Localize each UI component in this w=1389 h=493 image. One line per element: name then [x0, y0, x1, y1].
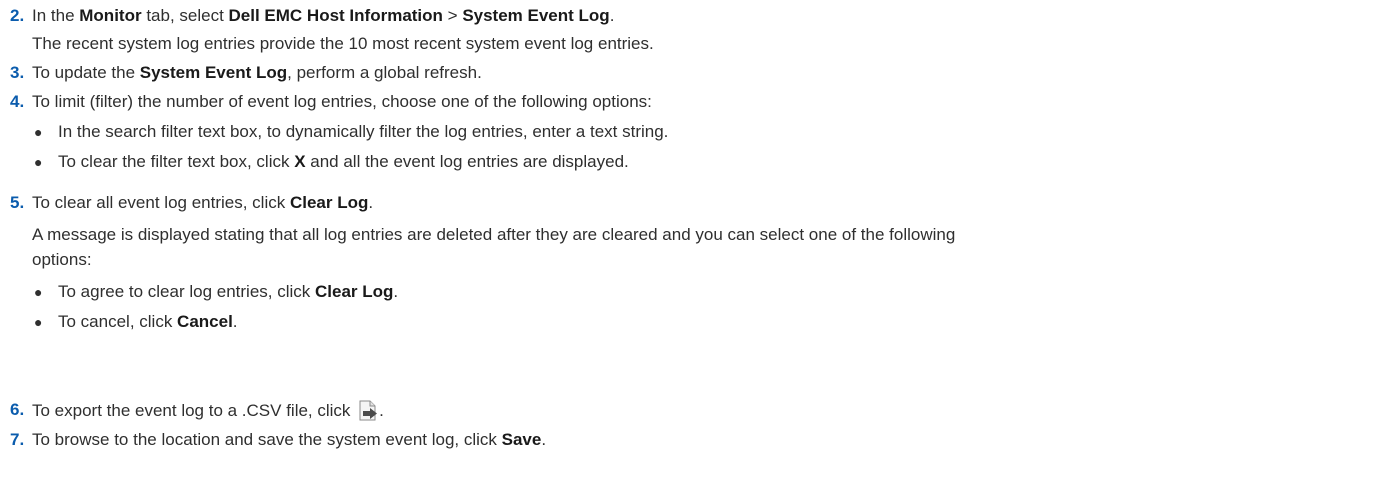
bullet-icon: ●: [34, 124, 43, 140]
step-number: 2.: [10, 6, 25, 25]
bullet-text: To agree to clear log entries, click Cle…: [58, 282, 399, 301]
bullet-icon: ●: [34, 284, 43, 300]
step-number: 3.: [10, 63, 25, 82]
step-note: The recent system log entries provide th…: [32, 34, 654, 53]
step-text: To browse to the location and save the s…: [32, 430, 547, 449]
bullet-text: In the search filter text box, to dynami…: [58, 122, 669, 141]
step-text: To export the event log to a .CSV file, …: [32, 400, 384, 422]
step-text: To limit (filter) the number of event lo…: [32, 92, 652, 111]
bullet-icon: ●: [34, 314, 43, 330]
step-text: To clear all event log entries, click Cl…: [32, 193, 374, 212]
step-text: To update the System Event Log, perform …: [32, 63, 482, 82]
export-file-icon[interactable]: [357, 400, 379, 422]
step-number: 4.: [10, 92, 25, 111]
step-note: A message is displayed stating that all …: [32, 225, 956, 244]
step-number: 6.: [10, 400, 25, 419]
bullet-text: To clear the filter text box, click X an…: [58, 152, 629, 171]
document-page: 2. In the Monitor tab, select Dell EMC H…: [0, 0, 1389, 493]
bullet-icon: ●: [34, 154, 43, 170]
bullet-text: To cancel, click Cancel.: [58, 312, 238, 331]
step-text: In the Monitor tab, select Dell EMC Host…: [32, 6, 615, 25]
step-note: options:: [32, 250, 92, 269]
step-number: 5.: [10, 193, 25, 212]
step-number: 7.: [10, 430, 25, 449]
